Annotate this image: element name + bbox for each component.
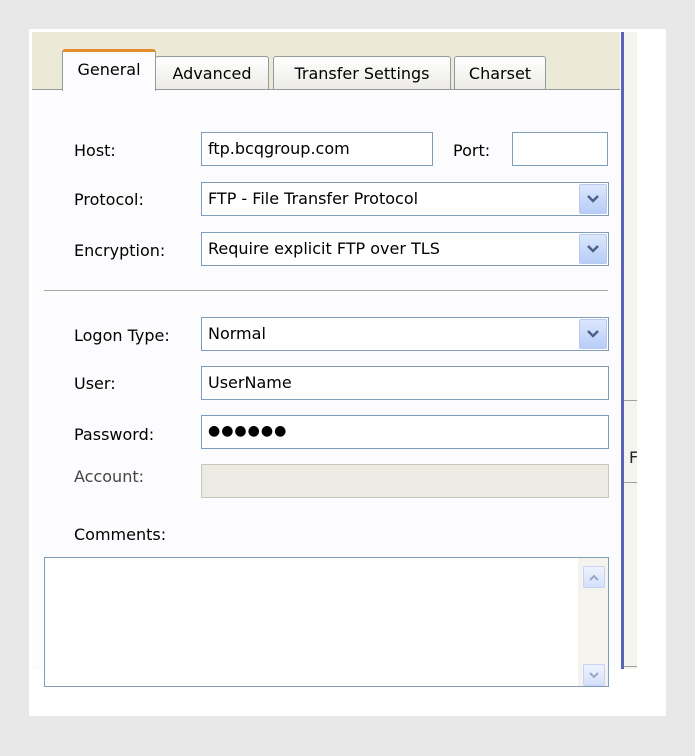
host-label: Host: — [74, 141, 116, 160]
tab-general[interactable]: General — [62, 49, 156, 91]
logon-type-label: Logon Type: — [74, 326, 170, 345]
user-label: User: — [74, 374, 116, 393]
encryption-value: Require explicit FTP over TLS — [208, 239, 440, 258]
section-divider — [44, 290, 608, 294]
password-input[interactable]: ●●●●●● — [201, 415, 609, 449]
tab-transfer-settings[interactable]: Transfer Settings — [273, 56, 451, 89]
protocol-label: Protocol: — [74, 190, 144, 209]
divider — [624, 400, 637, 401]
host-input[interactable]: ftp.bcqgroup.com — [201, 132, 433, 166]
comments-label: Comments: — [74, 525, 167, 544]
comments-textarea[interactable] — [44, 557, 609, 687]
encryption-label: Encryption: — [74, 241, 166, 260]
background-window: FP — [621, 32, 637, 669]
account-label: Account: — [74, 467, 144, 486]
tab-label: Charset — [468, 63, 532, 83]
port-label: Port: — [453, 141, 491, 160]
user-input[interactable]: UserName — [201, 366, 609, 400]
tab-label: General — [77, 60, 141, 79]
tab-advanced[interactable]: Advanced — [155, 56, 269, 89]
account-input — [201, 464, 609, 498]
window-border — [621, 32, 624, 669]
divider — [624, 666, 637, 667]
port-input[interactable] — [512, 132, 608, 166]
chevron-down-icon[interactable] — [579, 184, 607, 214]
password-label: Password: — [74, 425, 155, 444]
protocol-value: FTP - File Transfer Protocol — [208, 189, 419, 208]
logon-type-value: Normal — [208, 324, 266, 343]
comments-scrollbar[interactable] — [578, 558, 608, 686]
scroll-up-icon[interactable] — [583, 566, 605, 588]
logon-type-select[interactable]: Normal — [201, 317, 609, 351]
chevron-down-icon[interactable] — [579, 234, 607, 264]
tab-label: Advanced — [172, 63, 252, 83]
background-text: FP — [629, 448, 637, 467]
chevron-down-icon[interactable] — [579, 319, 607, 349]
tab-charset[interactable]: Charset — [454, 56, 546, 89]
tab-label: Transfer Settings — [294, 63, 430, 83]
scroll-down-icon[interactable] — [583, 664, 605, 686]
encryption-select[interactable]: Require explicit FTP over TLS — [201, 232, 609, 266]
divider — [624, 482, 637, 483]
protocol-select[interactable]: FTP - File Transfer Protocol — [201, 182, 609, 216]
